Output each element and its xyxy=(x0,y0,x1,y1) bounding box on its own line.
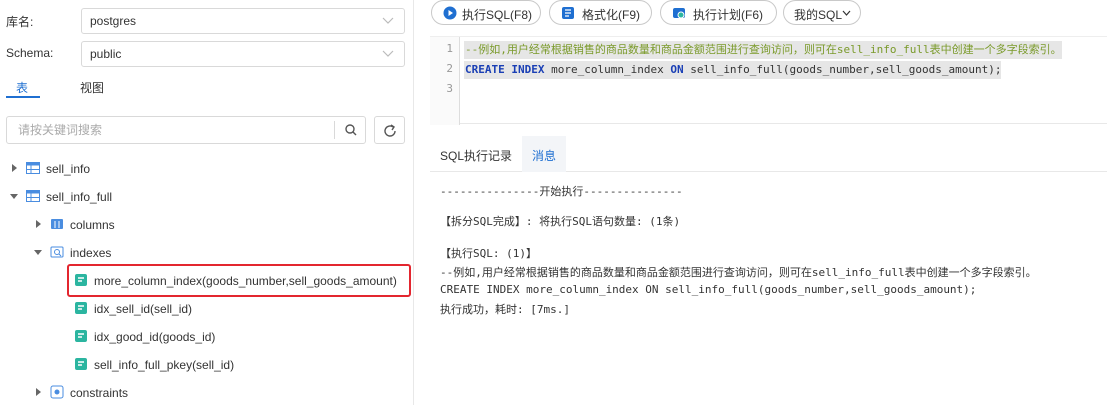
index-icon xyxy=(75,330,87,342)
tab-views[interactable]: 视图 xyxy=(80,79,104,96)
tree-node-constraints[interactable]: constraints xyxy=(0,381,414,405)
active-tab-indicator xyxy=(6,96,40,98)
tab-sql-history-label: SQL执行记录 xyxy=(440,149,513,163)
table-icon xyxy=(26,162,40,174)
explain-plan-label: 执行计划(F6) xyxy=(693,8,763,22)
tree-node-idx-sell-id[interactable]: idx_sell_id(sell_id) xyxy=(0,297,414,321)
database-value: postgres xyxy=(90,14,137,28)
sql-keyword: ON xyxy=(670,63,684,76)
schema-label: Schema: xyxy=(6,46,54,60)
search-button[interactable] xyxy=(340,121,362,139)
refresh-icon xyxy=(384,124,396,137)
index-icon xyxy=(75,302,87,314)
object-browser-panel: 库名: postgres Schema: public 表 视图 sell_in… xyxy=(0,0,414,405)
object-type-tabs: 表 视图 xyxy=(6,76,406,98)
index-icon xyxy=(75,358,87,370)
highlight-box xyxy=(67,264,411,297)
format-button[interactable]: 格式化(F9) xyxy=(549,0,652,25)
tree-node-columns[interactable]: columns xyxy=(0,213,414,237)
line-number-gutter: 1 2 3 xyxy=(430,37,460,125)
table-icon xyxy=(26,190,40,202)
code-line-1[interactable]: --例如,用户经常根据销售的商品数量和商品金额范围进行查询访问，则可在sell_… xyxy=(464,41,1062,59)
tree-node-pkey[interactable]: sell_info_full_pkey(sell_id) xyxy=(0,353,414,377)
format-label: 格式化(F9) xyxy=(582,8,640,22)
sql-keyword: CREATE INDEX xyxy=(465,63,545,76)
tree-label: sell_info_full_pkey(sell_id) xyxy=(94,358,235,372)
line-number: 1 xyxy=(446,42,453,55)
tab-sql-history[interactable]: SQL执行记录 xyxy=(430,136,520,172)
my-sql-label: 我的SQL xyxy=(794,8,843,22)
search-divider xyxy=(334,121,335,139)
tree-node-indexes[interactable]: indexes xyxy=(0,241,414,265)
index-folder-icon xyxy=(50,246,64,258)
schema-select[interactable]: public xyxy=(81,41,405,67)
tree-label: constraints xyxy=(70,386,129,400)
my-sql-dropdown[interactable]: 我的SQL xyxy=(783,0,861,25)
tree-label: sell_info xyxy=(46,162,91,176)
search-input[interactable] xyxy=(7,117,333,143)
caret-right-icon[interactable] xyxy=(34,220,42,228)
chevron-down-icon xyxy=(382,50,394,57)
output-tabs: SQL执行记录 消息 xyxy=(430,136,1107,172)
code-line-2[interactable]: CREATE INDEX more_column_index ON sell_i… xyxy=(464,61,1002,79)
format-icon xyxy=(562,7,574,19)
tab-messages[interactable]: 消息 xyxy=(522,136,566,172)
message-line: 执行成功，耗时: [7ms.] xyxy=(440,303,570,316)
schema-row: Schema: public xyxy=(0,41,414,67)
run-sql-button[interactable]: 执行SQL(F8) xyxy=(431,0,541,25)
explain-plan-button[interactable]: 执行计划(F6) xyxy=(660,0,777,25)
refresh-button[interactable] xyxy=(374,116,405,144)
message-line: --例如,用户经常根据销售的商品数量和商品金额范围进行查询访问，则可在sell_… xyxy=(440,266,1037,279)
tab-tables[interactable]: 表 xyxy=(16,79,28,96)
sql-identifier: more_column_index xyxy=(544,63,671,76)
tab-messages-label: 消息 xyxy=(532,149,557,163)
tree-label: columns xyxy=(70,218,115,232)
schema-value: public xyxy=(90,47,122,61)
constraints-icon xyxy=(50,385,64,399)
tree-label: sell_info_full xyxy=(46,190,113,204)
tree-label: indexes xyxy=(70,246,112,260)
chevron-down-icon xyxy=(842,10,851,16)
caret-down-icon[interactable] xyxy=(34,248,42,256)
search-icon xyxy=(345,124,357,136)
tree-node-idx-good-id[interactable]: idx_good_id(goods_id) xyxy=(0,325,414,349)
database-row: 库名: postgres xyxy=(0,8,414,34)
line-number: 2 xyxy=(446,62,453,75)
run-sql-label: 执行SQL(F8) xyxy=(462,8,533,22)
sql-editor[interactable]: 1 2 3 --例如,用户经常根据销售的商品数量和商品金额范围进行查询访问，则可… xyxy=(430,36,1107,125)
caret-down-icon[interactable] xyxy=(10,192,18,200)
columns-icon xyxy=(51,219,63,229)
plan-icon xyxy=(673,8,685,19)
message-line: 【执行SQL: (1)】 xyxy=(440,247,537,260)
tree-node-sell-info-full[interactable]: sell_info_full xyxy=(0,185,414,209)
message-line: ---------------开始执行--------------- xyxy=(440,185,683,198)
tree-node-sell-info[interactable]: sell_info xyxy=(0,157,414,181)
search-box xyxy=(6,116,366,144)
database-select[interactable]: postgres xyxy=(81,8,405,34)
caret-right-icon[interactable] xyxy=(34,388,42,396)
sql-identifier: sell_info_full(goods_number,sell_goods_a… xyxy=(683,63,1002,76)
play-icon xyxy=(443,6,457,20)
database-label: 库名: xyxy=(6,15,34,29)
tree-label: idx_good_id(goods_id) xyxy=(94,330,216,344)
message-line: CREATE INDEX more_column_index ON sell_i… xyxy=(440,283,977,296)
message-line: 【拆分SQL完成】: 将执行SQL语句数量: (1条) xyxy=(440,215,681,228)
sql-comment: --例如,用户经常根据销售的商品数量和商品金额范围进行查询访问，则可在sell_… xyxy=(465,43,1062,56)
chevron-down-icon xyxy=(382,17,394,24)
line-number: 3 xyxy=(446,82,453,95)
caret-right-icon[interactable] xyxy=(10,164,18,172)
tree-label: idx_sell_id(sell_id) xyxy=(94,302,193,316)
